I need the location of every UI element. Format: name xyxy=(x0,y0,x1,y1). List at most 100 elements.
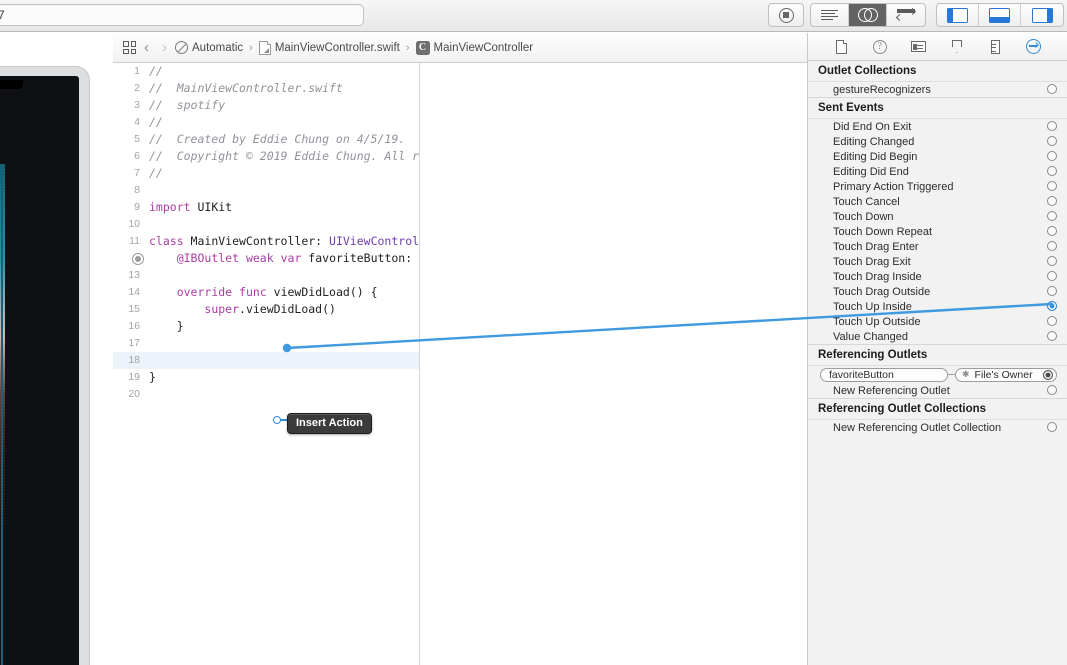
connection-row[interactable]: gestureRecognizers xyxy=(808,82,1067,97)
connection-row[interactable]: Primary Action Triggered xyxy=(808,179,1067,194)
connection-well[interactable] xyxy=(1047,301,1057,312)
connection-row[interactable]: Touch Down xyxy=(808,209,1067,224)
size-inspector-tab[interactable] xyxy=(983,37,1007,57)
code-line[interactable]: 17 xyxy=(113,335,419,352)
toggle-debug-area-button[interactable] xyxy=(979,4,1021,26)
line-number: 4 xyxy=(134,116,140,128)
connection-row[interactable]: Touch Up Inside xyxy=(808,299,1067,314)
connection-well[interactable] xyxy=(1047,286,1057,297)
connection-well[interactable] xyxy=(1047,422,1057,433)
outlet-target-pill[interactable]: ✱ File's Owner xyxy=(955,367,1057,382)
connection-label: New Referencing Outlet xyxy=(833,384,950,397)
connection-well[interactable] xyxy=(1047,256,1057,267)
toggle-navigator-button[interactable] xyxy=(937,4,979,26)
referencing-outlet-row[interactable]: favoriteButton ✱ File's Owner xyxy=(808,366,1067,383)
connection-well[interactable] xyxy=(1047,121,1057,132)
connection-row[interactable]: Editing Did Begin xyxy=(808,149,1067,164)
code-line[interactable]: 9 import UIKit xyxy=(113,199,419,216)
code-line[interactable]: 5 // Created by Eddie Chung on 4/5/19. xyxy=(113,131,419,148)
outlet-connection-dot[interactable] xyxy=(1043,369,1053,380)
inspector-section-header: Referencing Outlets xyxy=(808,344,1067,366)
connection-well[interactable] xyxy=(1047,166,1057,177)
connection-label: Touch Cancel xyxy=(833,195,900,208)
stop-button[interactable] xyxy=(769,4,803,26)
navigate-back-button[interactable]: ‹ xyxy=(139,39,154,56)
connection-well[interactable] xyxy=(1047,271,1057,282)
code-line[interactable]: 1 // xyxy=(113,63,419,80)
breadcrumb-file[interactable]: MainViewController.swift xyxy=(258,40,400,55)
class-icon: C xyxy=(415,40,430,55)
line-number: 1 xyxy=(134,65,140,77)
breadcrumb-class[interactable]: C MainViewController xyxy=(415,40,533,55)
toggle-inspector-button[interactable] xyxy=(1021,4,1063,26)
quick-help-inspector-tab[interactable]: ? xyxy=(868,37,892,57)
connection-row[interactable]: New Referencing Outlet Collection xyxy=(808,420,1067,435)
code-line[interactable]: 16 } xyxy=(113,318,419,335)
connection-well[interactable] xyxy=(1047,226,1057,237)
connection-row[interactable]: Touch Up Outside xyxy=(808,314,1067,329)
connection-row[interactable]: New Referencing Outlet xyxy=(808,383,1067,398)
connection-well[interactable] xyxy=(1047,181,1057,192)
interface-builder-canvas[interactable] xyxy=(0,63,113,665)
code-line[interactable]: 14 override func viewDidLoad() { xyxy=(113,284,419,301)
version-editor-button[interactable] xyxy=(887,4,925,26)
navigate-forward-button[interactable]: › xyxy=(157,39,172,56)
connection-well[interactable] xyxy=(1047,151,1057,162)
connection-well[interactable] xyxy=(1047,211,1057,222)
code-line[interactable]: 4 // xyxy=(113,114,419,131)
connection-well[interactable] xyxy=(1047,316,1057,327)
breadcrumb-automatic[interactable]: Automatic xyxy=(175,41,243,54)
connections-inspector-tab[interactable] xyxy=(1022,37,1046,57)
connection-well[interactable] xyxy=(1047,385,1057,396)
grid-icon[interactable] xyxy=(123,41,136,54)
code-line[interactable]: 20 xyxy=(113,386,419,403)
connection-well[interactable] xyxy=(1047,241,1057,252)
search-input[interactable]: 7 xyxy=(0,4,364,26)
assistant-editor-button[interactable] xyxy=(849,4,887,26)
code-line[interactable]: 2 // MainViewController.swift xyxy=(113,80,419,97)
outlet-connected-marker[interactable] xyxy=(132,253,144,265)
connection-row[interactable]: Touch Drag Enter xyxy=(808,239,1067,254)
connection-well[interactable] xyxy=(1047,136,1057,147)
connection-label: Editing Changed xyxy=(833,135,915,148)
code-line[interactable]: 3 // spotify xyxy=(113,97,419,114)
connection-row[interactable]: Value Changed xyxy=(808,329,1067,344)
connection-row[interactable]: Touch Drag Exit xyxy=(808,254,1067,269)
connection-row[interactable]: Touch Down Repeat xyxy=(808,224,1067,239)
connection-row[interactable]: Touch Drag Outside xyxy=(808,284,1067,299)
line-number: 2 xyxy=(134,82,140,94)
connection-row[interactable]: Touch Drag Inside xyxy=(808,269,1067,284)
line-number: 19 xyxy=(128,371,140,383)
outlet-name-pill[interactable]: favoriteButton xyxy=(820,367,948,382)
code-line[interactable]: 18 xyxy=(113,352,419,369)
identity-inspector-tab[interactable] xyxy=(906,37,930,57)
code-line[interactable]: 10 xyxy=(113,216,419,233)
code-text: // xyxy=(149,115,163,129)
code-line[interactable]: 15 super.viewDidLoad() xyxy=(113,301,419,318)
code-text: } xyxy=(149,370,156,384)
connection-well[interactable] xyxy=(1047,331,1057,342)
connection-row[interactable]: Touch Cancel xyxy=(808,194,1067,209)
connection-well[interactable] xyxy=(1047,196,1057,207)
connection-well[interactable] xyxy=(1047,84,1057,95)
connection-row[interactable]: Did End On Exit xyxy=(808,119,1067,134)
code-line[interactable]: 8 xyxy=(113,182,419,199)
code-line[interactable]: @IBOutlet weak var favoriteButton: UIBut… xyxy=(113,250,419,267)
code-line[interactable]: 11 class MainViewController: UIViewContro… xyxy=(113,233,419,250)
line-number: 13 xyxy=(128,269,140,281)
inspector-content: Outlet Collections gestureRecognizers Sent… xyxy=(808,61,1067,665)
connection-label: Touch Up Inside xyxy=(833,300,912,313)
code-line[interactable]: 6 // Copyright © 2019 Eddie Chung. All ri… xyxy=(113,148,419,165)
code-line[interactable]: 13 xyxy=(113,267,419,284)
file-inspector-tab[interactable] xyxy=(829,37,853,57)
insert-action-tooltip: Insert Action xyxy=(287,413,372,434)
source-code-editor[interactable]: 1 // 2 // MainViewController.swift 3 // spoti… xyxy=(113,63,420,665)
code-line[interactable]: 19} xyxy=(113,369,419,386)
code-line[interactable]: 7 // xyxy=(113,165,419,182)
standard-editor-button[interactable] xyxy=(811,4,849,26)
connection-row[interactable]: Editing Changed xyxy=(808,134,1067,149)
attributes-inspector-tab[interactable] xyxy=(945,37,969,57)
connection-row[interactable]: Editing Did End xyxy=(808,164,1067,179)
constraint-line-vertical xyxy=(1,164,3,665)
connection-label: Did End On Exit xyxy=(833,120,912,133)
